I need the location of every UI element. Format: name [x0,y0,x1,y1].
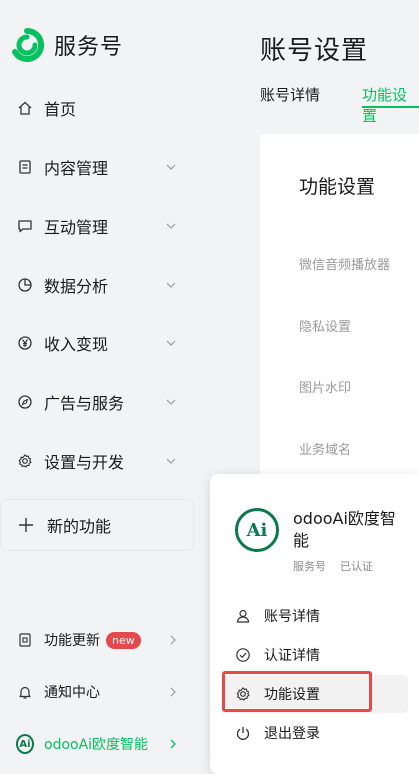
chevron-down-icon [164,160,178,174]
menu-item-label: 账号详情 [264,609,320,625]
tab-account-details[interactable]: 账号详情 [260,84,320,105]
menu-item-verification-details[interactable]: 认证详情 [222,636,408,674]
brand-logo-icon [10,28,44,62]
sidebar: 服务号 首页 内容管理 互动管理 数据分析 收入变现 广告与服务 设置与开发 新… [0,0,215,763]
popup-account-type: 服务号 [293,560,326,573]
brand[interactable]: 服务号 [10,28,123,62]
menu-item-label: 退出登录 [264,726,320,742]
update-doc-icon [16,631,34,649]
popup-avatar: Ai [235,508,279,552]
popup-verified-status: 已认证 [340,560,373,573]
chat-bubble-icon [16,217,34,235]
chevron-right-icon [166,685,180,699]
power-icon [234,724,252,742]
brand-name: 服务号 [54,35,124,60]
setting-label-audio-player: 微信音频播放器 [299,258,391,273]
nav-item-label: 设置与开发 [44,453,125,472]
nav-item-content[interactable]: 内容管理 [16,152,186,182]
setting-label-business-domain: 业务域名 [299,443,352,458]
active-tab-indicator [362,106,419,108]
menu-item-label: 认证详情 [264,648,320,664]
notification-center-item[interactable]: 通知中心 [16,679,186,705]
account-menu-trigger[interactable]: Ai odooAi欧度智能 [16,731,186,757]
nav-item-label: 广告与服务 [44,394,125,413]
highlight-annotation-box [222,671,372,712]
setting-label-watermark: 图片水印 [299,381,352,396]
notification-center-label: 通知中心 [44,685,100,701]
nav-item-label: 内容管理 [44,159,109,178]
home-icon [16,99,34,117]
nav-item-analytics[interactable]: 数据分析 [16,270,186,300]
page-title: 账号设置 [260,36,369,66]
user-icon [234,607,252,625]
nav-item-label: 收入变现 [44,335,109,354]
popup-account-name: odooAi欧度智能 [293,509,396,550]
check-circle-icon [234,646,252,664]
chevron-right-icon [166,633,180,647]
menu-item-logout[interactable]: 退出登录 [222,714,408,752]
nav-item-ads-services[interactable]: 广告与服务 [16,387,186,417]
card-title: 功能设置 [299,176,376,198]
nav-item-interaction[interactable]: 互动管理 [16,211,186,241]
feature-updates-label: 功能更新 [44,633,100,649]
chevron-down-icon [164,395,178,409]
new-feature-button[interactable]: 新的功能 [0,499,194,551]
chevron-down-icon [164,278,178,292]
account-popup-menu: Ai odooAi欧度智能 服务号 已认证 账号详情 认证详情 功能设置 退出登… [210,474,419,774]
nav-item-label: 互动管理 [44,218,109,237]
compass-icon [16,393,34,411]
setting-label-privacy: 隐私设置 [299,320,352,335]
feature-updates-item[interactable]: 功能更新 new [16,627,186,653]
pie-chart-icon [16,276,34,294]
nav-item-settings-dev[interactable]: 设置与开发 [16,446,186,476]
nav-item-monetization[interactable]: 收入变现 [16,328,186,358]
account-avatar-text: Ai [16,734,34,754]
menu-item-account-details[interactable]: 账号详情 [222,597,408,635]
chevron-right-icon [166,737,180,751]
gear-icon [16,452,34,470]
nav-item-home[interactable]: 首页 [16,93,186,123]
account-avatar: Ai [16,734,34,754]
chevron-down-icon [164,336,178,350]
plus-icon [17,516,39,534]
chevron-down-icon [164,219,178,233]
nav-item-label: 首页 [44,100,77,119]
chevron-down-icon [164,454,178,468]
new-badge: new [106,631,141,649]
yen-icon [16,334,34,352]
account-name-label: odooAi欧度智能 [44,737,149,753]
new-feature-label: 新的功能 [47,517,112,536]
nav-item-label: 数据分析 [44,277,109,296]
document-icon [16,158,34,176]
tab-feature-settings[interactable]: 功能设置 [362,84,419,126]
bell-icon [16,683,34,701]
